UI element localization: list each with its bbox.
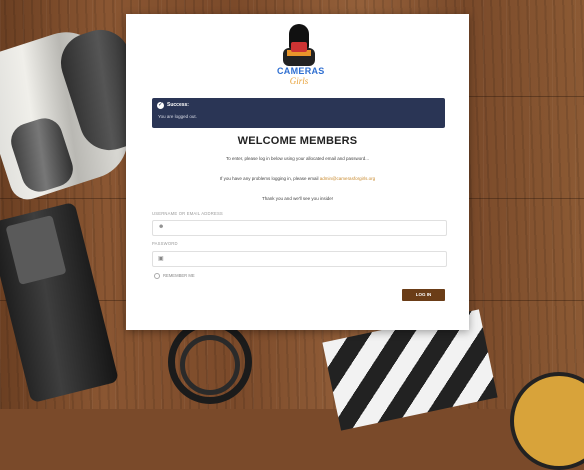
- support-email-link[interactable]: admin@camerasforgirls.org: [320, 176, 375, 181]
- success-alert: ✓ Success: You are logged out.: [152, 98, 445, 128]
- support-text-prefix: If you have any problems logging in, ple…: [219, 176, 320, 181]
- brand-logo: CAMERAS Girls: [277, 24, 325, 90]
- remember-me-label: REMEMBER ME: [163, 273, 195, 279]
- support-text: If you have any problems logging in, ple…: [126, 176, 469, 181]
- username-label: USERNAME OR EMAIL ADDRESS: [152, 211, 223, 216]
- remember-me[interactable]: REMEMBER ME: [154, 273, 195, 279]
- cable-decoration: [180, 335, 240, 395]
- login-button[interactable]: LOG IN: [402, 289, 445, 301]
- username-field[interactable]: ☻: [152, 220, 447, 236]
- remember-me-checkbox[interactable]: [154, 273, 160, 279]
- login-card: CAMERAS Girls ✓ Success: You are logged …: [126, 14, 469, 330]
- camera-icon: [291, 42, 307, 52]
- brand-tagline: Girls: [289, 76, 309, 86]
- page-title: WELCOME MEMBERS: [237, 135, 358, 147]
- thanks-text: Thank you and we'll see you inside!: [262, 196, 333, 201]
- alert-title: Success:: [167, 102, 189, 108]
- brand-name: CAMERAS: [277, 66, 325, 76]
- password-label: PASSWORD: [152, 241, 178, 246]
- alert-message: You are logged out.: [158, 114, 197, 119]
- user-icon: ☻: [158, 224, 165, 230]
- check-circle-icon: ✓: [157, 102, 164, 109]
- intro-text: To enter, please log in below using your…: [225, 156, 370, 161]
- lock-icon: ▣: [158, 256, 164, 262]
- password-field[interactable]: ▣: [152, 251, 447, 267]
